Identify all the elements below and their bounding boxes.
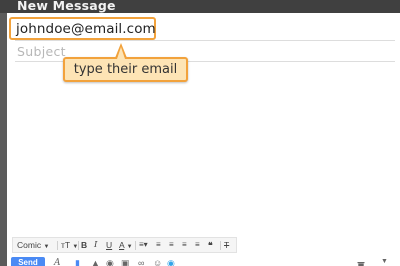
bold-button[interactable]: B bbox=[81, 240, 87, 250]
attach-icon[interactable]: ▮ bbox=[75, 258, 80, 266]
indent-less-icon[interactable]: ≡ bbox=[182, 240, 187, 249]
callout-text: type their email bbox=[73, 62, 178, 77]
calendar-icon[interactable]: ◉ bbox=[167, 258, 175, 266]
remove-formatting-icon[interactable]: T bbox=[224, 240, 229, 250]
indent-more-icon[interactable]: ≡ bbox=[195, 240, 200, 249]
font-family-label: Comic bbox=[17, 240, 42, 250]
window-edge bbox=[0, 13, 7, 266]
compose-window: Subject bbox=[7, 13, 400, 266]
chevron-down-icon: ▼ bbox=[43, 244, 50, 250]
formatting-toolbar: Comic ▼ тT ▼ B I U A ▼ ≡▾ ≡ ≡ ≡ ≡ ❝ T bbox=[12, 237, 237, 253]
underline-button[interactable]: U bbox=[106, 240, 112, 250]
text-color-label: A bbox=[119, 240, 125, 250]
subject-field[interactable]: Subject bbox=[17, 44, 66, 59]
to-field[interactable]: johndoe@email.com bbox=[9, 17, 156, 40]
send-label: Send bbox=[18, 258, 38, 266]
numbered-list-icon[interactable]: ≡ bbox=[156, 240, 161, 249]
bulleted-list-icon[interactable]: ≡ bbox=[169, 240, 174, 249]
screen: New Message Subject johndoe@email.com ty… bbox=[0, 0, 400, 266]
chevron-down-icon: ▼ bbox=[126, 244, 133, 250]
to-value: johndoe@email.com bbox=[16, 21, 156, 37]
to-divider bbox=[15, 40, 395, 41]
font-family-select[interactable]: Comic ▼ bbox=[17, 240, 49, 250]
trash-icon[interactable] bbox=[357, 257, 365, 266]
toolbar-divider bbox=[135, 241, 136, 250]
font-size-label: тT bbox=[61, 240, 70, 250]
money-icon[interactable]: ◉ bbox=[106, 258, 114, 266]
formatting-options-icon[interactable]: A bbox=[54, 258, 61, 266]
italic-button[interactable]: I bbox=[94, 240, 97, 250]
photo-icon[interactable]: ▣ bbox=[121, 258, 130, 266]
text-color-button[interactable]: A ▼ bbox=[119, 240, 133, 250]
send-button[interactable]: Send bbox=[11, 257, 45, 266]
align-icon[interactable]: ≡▾ bbox=[139, 240, 148, 249]
toolbar-divider bbox=[220, 241, 221, 250]
link-icon[interactable]: ∞ bbox=[138, 258, 144, 266]
toolbar-divider bbox=[57, 241, 58, 250]
annotation-callout: type their email bbox=[63, 57, 188, 82]
window-title: New Message bbox=[17, 0, 116, 13]
font-size-select[interactable]: тT ▼ bbox=[61, 240, 78, 250]
callout-pointer-fill bbox=[117, 47, 125, 59]
more-options-icon[interactable]: ▼ bbox=[381, 258, 388, 265]
compose-titlebar[interactable]: New Message bbox=[0, 0, 400, 13]
drive-icon[interactable]: ▲ bbox=[91, 258, 100, 266]
quote-icon[interactable]: ❝ bbox=[208, 240, 213, 251]
toolbar-divider bbox=[78, 241, 79, 250]
emoji-icon[interactable]: ☺ bbox=[153, 258, 162, 266]
